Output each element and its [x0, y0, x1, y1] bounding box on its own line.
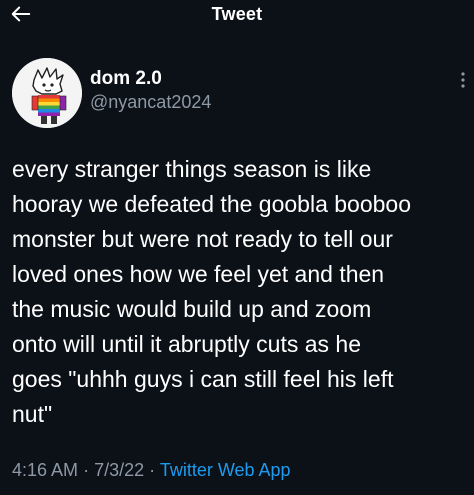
tweet-date: 7/3/22: [94, 460, 145, 480]
top-bar: Tweet: [0, 0, 474, 40]
tweet-text-line: loved ones how we feel yet and then: [12, 261, 385, 287]
tweet-time: 4:16 AM: [12, 460, 79, 480]
tweet-text-line: onto will until it abruptly cuts as he: [12, 331, 362, 357]
tweet-text-line: monster but were not ready to tell our: [12, 226, 393, 252]
more-vertical-icon: [461, 71, 465, 94]
page-title: Tweet: [211, 4, 263, 24]
tweet-text-line: goes "uhhh guys i can still feel his lef…: [12, 366, 394, 392]
tweet-text-line: nut": [12, 401, 53, 427]
meta-separator: ·: [83, 460, 90, 480]
tweet-text: every stranger things season is like hoo…: [12, 152, 474, 432]
user-handle[interactable]: @nyancat2024: [90, 92, 211, 113]
display-name[interactable]: dom 2.0: [90, 68, 162, 90]
tweet-text-line: the music would build up and zoom: [12, 296, 372, 322]
meta-separator: ·: [149, 460, 156, 480]
tweet-meta: 4:16 AM · 7/3/22 · Twitter Web App: [12, 460, 291, 481]
tweet-text-line: every stranger things season is like: [12, 156, 372, 182]
more-options-button[interactable]: [456, 70, 470, 94]
avatar[interactable]: [12, 58, 82, 128]
tweet-text-line: hooray we defeated the goobla booboo: [12, 191, 411, 217]
tweet-author-header: dom 2.0 @nyancat2024: [12, 58, 465, 130]
tweet-source-link[interactable]: Twitter Web App: [160, 460, 291, 480]
